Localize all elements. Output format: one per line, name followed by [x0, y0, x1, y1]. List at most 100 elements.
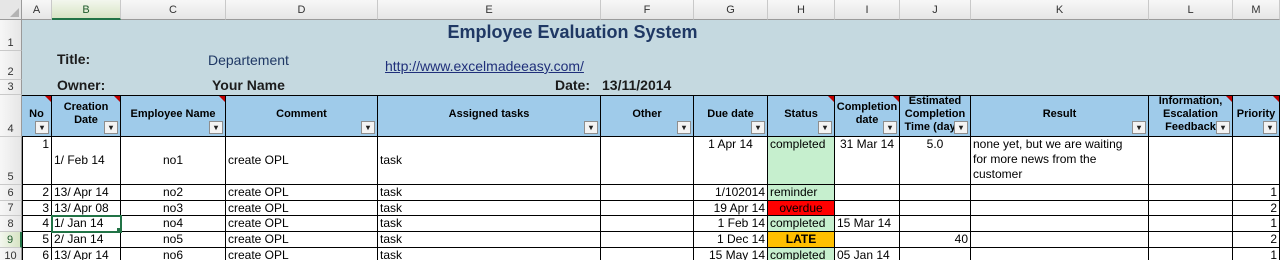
column-header-k[interactable]: K [971, 0, 1149, 20]
cell-estimate[interactable]: 5.0 [900, 137, 971, 185]
cell-assigned-task[interactable]: task [378, 137, 601, 185]
cell-creation-date[interactable]: 2/ Jan 14 [52, 232, 121, 248]
cell-completion-date[interactable] [835, 185, 900, 201]
cell-information[interactable] [1149, 248, 1233, 260]
cell-creation-date[interactable]: 13/ Apr 14 [52, 185, 121, 201]
cell-information[interactable] [1149, 232, 1233, 248]
column-header-e[interactable]: E [378, 0, 601, 20]
cell-due-date[interactable]: 15 May 14 [694, 248, 768, 260]
cell-status[interactable]: completed [768, 248, 835, 260]
cell-comment[interactable]: create OPL [226, 232, 378, 248]
cell-comment[interactable]: create OPL [226, 216, 378, 232]
cell-priority[interactable] [1233, 137, 1280, 185]
row-header-3[interactable]: 3 [0, 80, 22, 95]
cell-no[interactable]: 1 [22, 137, 52, 185]
cell-result[interactable] [971, 201, 1149, 216]
filter-dropdown-icon[interactable]: ▾ [1132, 121, 1146, 134]
column-header-h[interactable]: H [768, 0, 835, 20]
cell-result[interactable] [971, 185, 1149, 201]
cell-priority[interactable]: 2 [1233, 201, 1280, 216]
cell-due-date[interactable]: 19 Apr 14 [694, 201, 768, 216]
row-header-10[interactable]: 10 [0, 248, 22, 260]
cell-employee-name[interactable]: no4 [121, 216, 226, 232]
filter-dropdown-icon[interactable]: ▾ [818, 121, 832, 134]
cell-priority[interactable]: 1 [1233, 216, 1280, 232]
cell-completion-date[interactable] [835, 201, 900, 216]
cell-priority[interactable]: 1 [1233, 248, 1280, 260]
cell-assigned-task[interactable]: task [378, 201, 601, 216]
select-all-corner[interactable] [0, 0, 22, 20]
title-value[interactable]: Departement [208, 52, 289, 68]
filter-dropdown-icon[interactable]: ▾ [954, 121, 968, 134]
column-header-j[interactable]: J [900, 0, 971, 20]
row-header-9[interactable]: 9 [0, 232, 22, 248]
cell-due-date[interactable]: 1 Apr 14 [694, 137, 768, 185]
cell-result[interactable]: none yet, but we are waiting for more new… [971, 137, 1149, 185]
cell-other[interactable] [601, 232, 694, 248]
cell-priority[interactable]: 1 [1233, 185, 1280, 201]
cell-status[interactable]: completed [768, 137, 835, 185]
cell-estimate[interactable] [900, 201, 971, 216]
cell-no[interactable]: 6 [22, 248, 52, 260]
cell-employee-name[interactable]: no5 [121, 232, 226, 248]
row-header-2[interactable]: 2 [0, 51, 22, 80]
cell-other[interactable] [601, 201, 694, 216]
cell-other[interactable] [601, 185, 694, 201]
filter-dropdown-icon[interactable]: ▾ [1263, 121, 1277, 134]
cell-information[interactable] [1149, 216, 1233, 232]
filter-dropdown-icon[interactable]: ▾ [1216, 121, 1230, 134]
filter-dropdown-icon[interactable]: ▾ [751, 121, 765, 134]
website-link[interactable]: http://www.excelmadeeasy.com/ [385, 58, 584, 74]
cell-employee-name[interactable]: no2 [121, 185, 226, 201]
cell-completion-date[interactable] [835, 232, 900, 248]
cell-result[interactable] [971, 216, 1149, 232]
cell-no[interactable]: 2 [22, 185, 52, 201]
cell-completion-date[interactable]: 05 Jan 14 [835, 248, 900, 260]
cell-comment[interactable]: create OPL [226, 201, 378, 216]
cell-estimate[interactable]: 40 [900, 232, 971, 248]
filter-dropdown-icon[interactable]: ▾ [677, 121, 691, 134]
column-header-c[interactable]: C [121, 0, 226, 20]
cell-employee-name[interactable]: no6 [121, 248, 226, 260]
cell-employee-name[interactable]: no1 [121, 137, 226, 185]
column-header-f[interactable]: F [601, 0, 694, 20]
cell-creation-date[interactable]: 13/ Apr 14 [52, 248, 121, 260]
cell-status[interactable]: completed [768, 216, 835, 232]
cell-estimate[interactable] [900, 248, 971, 260]
cell-employee-name[interactable]: no3 [121, 201, 226, 216]
cell-estimate[interactable] [900, 185, 971, 201]
filter-dropdown-icon[interactable]: ▾ [35, 121, 49, 134]
cell-no[interactable]: 3 [22, 201, 52, 216]
cell-result[interactable] [971, 232, 1149, 248]
cell-other[interactable] [601, 216, 694, 232]
row-header-5[interactable]: 5 [0, 137, 22, 185]
cell-comment[interactable]: create OPL [226, 248, 378, 260]
cell-other[interactable] [601, 137, 694, 185]
cell-information[interactable] [1149, 137, 1233, 185]
cell-status[interactable]: LATE [768, 232, 835, 248]
cell-information[interactable] [1149, 201, 1233, 216]
row-header-7[interactable]: 7 [0, 201, 22, 216]
column-header-b[interactable]: B [52, 0, 121, 20]
date-value[interactable]: 13/11/2014 [602, 77, 671, 93]
cell-assigned-task[interactable]: task [378, 185, 601, 201]
cell-due-date[interactable]: 1/102014 [694, 185, 768, 201]
row-header-4[interactable]: 4 [0, 95, 22, 137]
owner-value[interactable]: Your Name [212, 77, 285, 93]
cell-status[interactable]: overdue [768, 201, 835, 216]
cell-assigned-task[interactable]: task [378, 248, 601, 260]
cell-completion-date[interactable]: 15 Mar 14 [835, 216, 900, 232]
cell-creation-date[interactable]: 1/ Feb 14 [52, 137, 121, 185]
column-header-i[interactable]: I [835, 0, 900, 20]
cell-due-date[interactable]: 1 Feb 14 [694, 216, 768, 232]
cell-result[interactable] [971, 248, 1149, 260]
cell-assigned-task[interactable]: task [378, 216, 601, 232]
cell-comment[interactable]: create OPL [226, 137, 378, 185]
column-header-m[interactable]: M [1233, 0, 1280, 20]
column-header-g[interactable]: G [694, 0, 768, 20]
filter-dropdown-icon[interactable]: ▾ [361, 121, 375, 134]
column-header-a[interactable]: A [22, 0, 52, 20]
filter-dropdown-icon[interactable]: ▾ [104, 121, 118, 134]
cell-due-date[interactable]: 1 Dec 14 [694, 232, 768, 248]
cell-information[interactable] [1149, 185, 1233, 201]
